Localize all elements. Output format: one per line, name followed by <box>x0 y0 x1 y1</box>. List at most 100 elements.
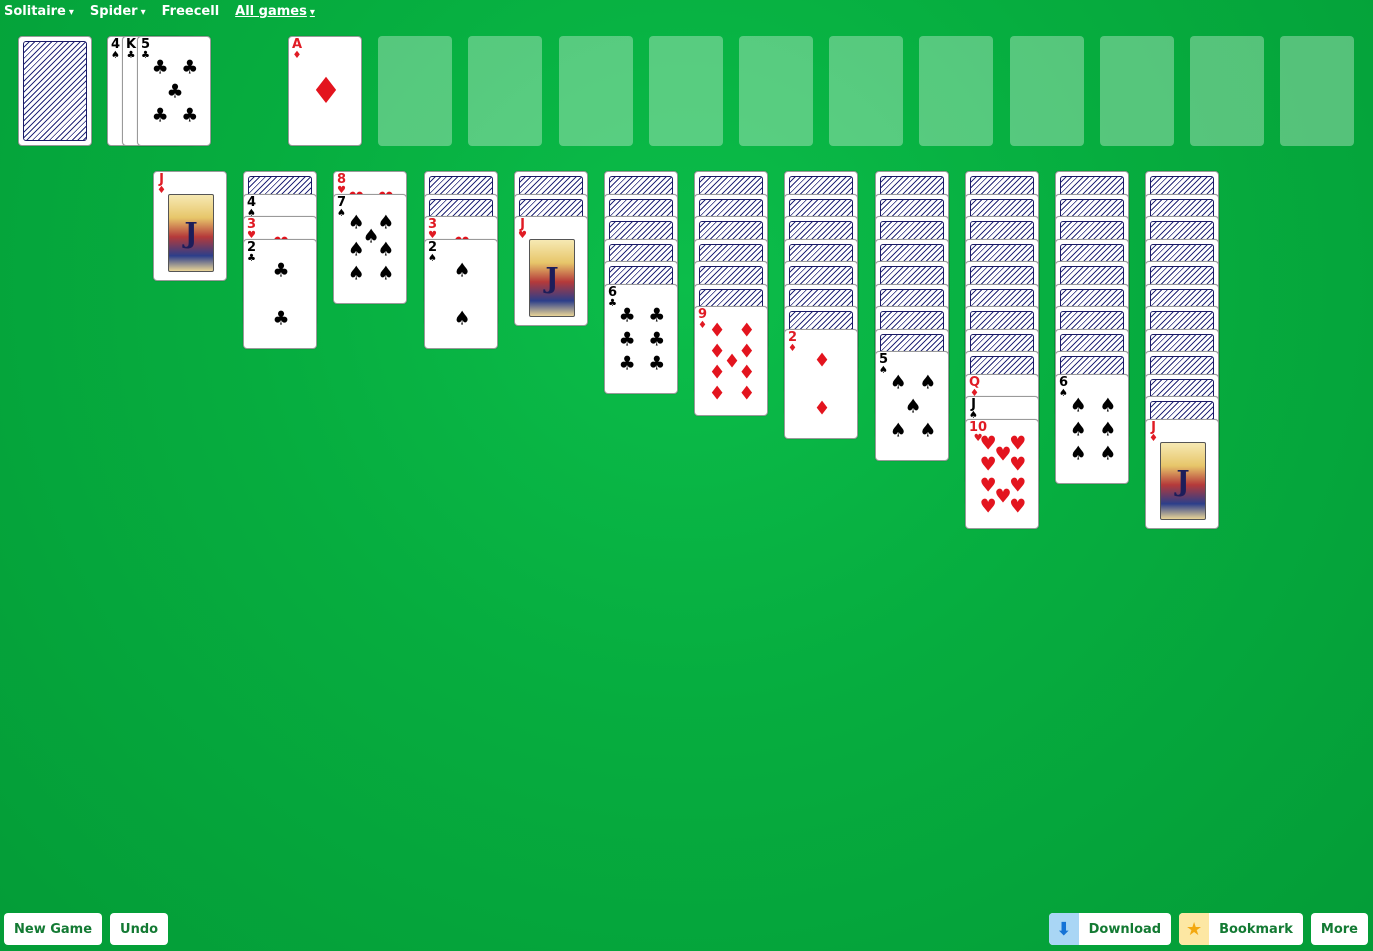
foundation-slot[interactable] <box>919 36 993 146</box>
card-index: J ♦ <box>157 173 166 196</box>
stock-pile[interactable] <box>18 36 92 146</box>
tableau-card[interactable]: J ♥ J <box>514 216 588 326</box>
tableau-card[interactable]: 2 ♠ ♠ ♠ <box>424 239 498 349</box>
tableau-card[interactable]: 5 ♠ ♠ ♠ ♠ ♠ ♠ <box>875 351 949 461</box>
waste-card[interactable]: 5 ♣ ♣ ♣ ♣ ♣ ♣ <box>137 36 211 146</box>
card-index: 6 ♣ <box>608 286 617 309</box>
suit-pip-icon: ♦ <box>738 319 756 342</box>
card-suit-icon: ♠ <box>1059 388 1068 399</box>
card-suit-icon: ♠ <box>111 50 120 61</box>
foundation-slot[interactable] <box>739 36 813 146</box>
foundation-slot[interactable] <box>1280 36 1354 146</box>
more-label: More <box>1320 921 1358 937</box>
court-card-letter: J <box>184 216 198 250</box>
suit-pip-icon: ♠ <box>889 371 907 394</box>
nav-label: All games <box>235 4 307 19</box>
card-suit-icon: ♥ <box>518 230 527 241</box>
card-suit-icon: ♦ <box>1149 433 1158 444</box>
undo-label: Undo <box>120 921 159 937</box>
tableau-card[interactable]: 10 ♥ ♥ ♥ ♥ ♥ ♥ ♥ ♥ ♥ ♥ ♥ <box>965 419 1039 529</box>
foundation-slot[interactable] <box>468 36 542 146</box>
card-index: J ♦ <box>1149 421 1158 444</box>
card-suit-icon: ♦ <box>698 320 707 331</box>
card-suit-icon: ♦ <box>292 50 302 61</box>
foundation-slot[interactable] <box>829 36 903 146</box>
tableau-card[interactable]: 2 ♦ ♦ ♦ <box>784 329 858 439</box>
bookmark-label: Bookmark <box>1219 921 1293 937</box>
foundation-slot[interactable] <box>1010 36 1084 146</box>
suit-pip-icon: ♣ <box>272 307 290 330</box>
card-index: 2 ♣ <box>247 241 256 264</box>
suit-pip-icon: ♣ <box>272 259 290 282</box>
card-suit-icon: ♣ <box>247 253 256 264</box>
foundation-slot[interactable] <box>559 36 633 146</box>
nav-label: Spider <box>89 4 138 19</box>
court-card-art: J <box>529 239 575 317</box>
new-game-button[interactable]: New Game <box>4 913 103 945</box>
suit-pip-icon: ♦ <box>708 382 726 405</box>
card-index: 7 ♠ <box>337 196 346 219</box>
suit-pip-icon: ♦ <box>738 361 756 384</box>
suit-pip-icon: ♥ <box>979 495 997 518</box>
suit-pip-icon: ♦ <box>309 71 343 112</box>
more-button[interactable]: More <box>1310 913 1368 945</box>
suit-pip-icon: ♠ <box>377 211 395 233</box>
bookmark-button[interactable]: ★ Bookmark <box>1179 913 1303 945</box>
suit-pip-icon: ♦ <box>738 382 756 405</box>
nav-solitaire[interactable]: Solitaire ▾ <box>4 3 74 21</box>
nav-label: Freecell <box>161 4 220 19</box>
card-suit-icon: ♦ <box>157 185 166 196</box>
card-suit-icon: ♠ <box>879 365 888 376</box>
suit-pip-icon: ♠ <box>904 395 922 418</box>
download-button[interactable]: ⬇ Download <box>1048 913 1172 945</box>
foundation-card[interactable]: A ♦ ♦ <box>288 36 362 146</box>
suit-pip-icon: ♥ <box>1009 495 1027 518</box>
suit-pip-icon: ♣ <box>648 352 666 375</box>
tableau-card[interactable]: J ♦ J <box>1145 419 1219 529</box>
suit-pip-icon: ♣ <box>648 304 666 327</box>
suit-pip-icon: ♦ <box>738 340 756 363</box>
suit-pip-icon: ♣ <box>648 328 666 351</box>
card-index: A ♦ <box>292 38 302 61</box>
card-index: 2 ♦ <box>788 331 797 354</box>
tableau-card[interactable]: J ♦ J <box>153 171 227 281</box>
suit-pip-icon: ♣ <box>618 304 636 327</box>
nav-spider[interactable]: Spider ▾ <box>90 3 146 21</box>
suit-pip-icon: ♣ <box>618 352 636 375</box>
suit-pip-icon: ♠ <box>377 262 395 285</box>
card-suit-icon: ♦ <box>788 343 797 354</box>
tableau-card[interactable]: 2 ♣ ♣ ♣ <box>243 239 317 349</box>
game-nav: Solitaire ▾ Spider ▾ Freecell All games ▾ <box>4 3 315 21</box>
suit-pip-icon: ♠ <box>1099 394 1117 417</box>
card-index: J ♥ <box>518 218 527 241</box>
controls-right: ⬇ Download ★ Bookmark More <box>1048 913 1368 945</box>
nav-all-games[interactable]: All games ▾ <box>235 3 315 21</box>
card-index: 8 ♥ <box>337 173 346 196</box>
foundation-slot[interactable] <box>1190 36 1264 146</box>
card-back-pattern <box>23 41 87 141</box>
tableau-card[interactable]: 7 ♠ ♠ ♠ ♠ ♠ ♠ ♠ ♠ <box>333 194 407 304</box>
suit-pip-icon: ♥ <box>1009 432 1027 455</box>
download-icon: ⬇ <box>1048 913 1079 945</box>
foundation-slot[interactable] <box>649 36 723 146</box>
suit-pip-icon: ♠ <box>453 307 471 330</box>
undo-button[interactable]: Undo <box>110 913 169 945</box>
suit-pip-icon: ♠ <box>453 259 471 282</box>
nav-freecell[interactable]: Freecell <box>162 3 220 21</box>
star-icon: ★ <box>1179 913 1210 945</box>
suit-pip-icon: ♠ <box>1069 394 1087 417</box>
suit-pip-icon: ♠ <box>347 262 365 285</box>
foundation-slot[interactable] <box>378 36 452 146</box>
suit-pip-icon: ♦ <box>813 397 831 420</box>
chevron-down-icon: ▾ <box>68 7 74 18</box>
tableau-card[interactable]: 9 ♦ ♦ ♦ ♦ ♦ ♦ ♦ ♦ ♦ ♦ <box>694 306 768 416</box>
suit-pip-icon: ♥ <box>1009 474 1027 497</box>
suit-pip-icon: ♣ <box>618 328 636 351</box>
court-card-art: J <box>168 194 214 272</box>
tableau-card[interactable]: 6 ♣ ♣ ♣ ♣ ♣ ♣ ♣ <box>604 284 678 394</box>
tableau-card[interactable]: 6 ♠ ♠ ♠ ♠ ♠ ♠ ♠ <box>1055 374 1129 484</box>
card-suit-icon: ♠ <box>337 208 346 219</box>
suit-pip-icon: ♠ <box>1099 418 1117 441</box>
foundation-slot[interactable] <box>1100 36 1174 146</box>
card-suit-icon: ♣ <box>141 50 150 61</box>
